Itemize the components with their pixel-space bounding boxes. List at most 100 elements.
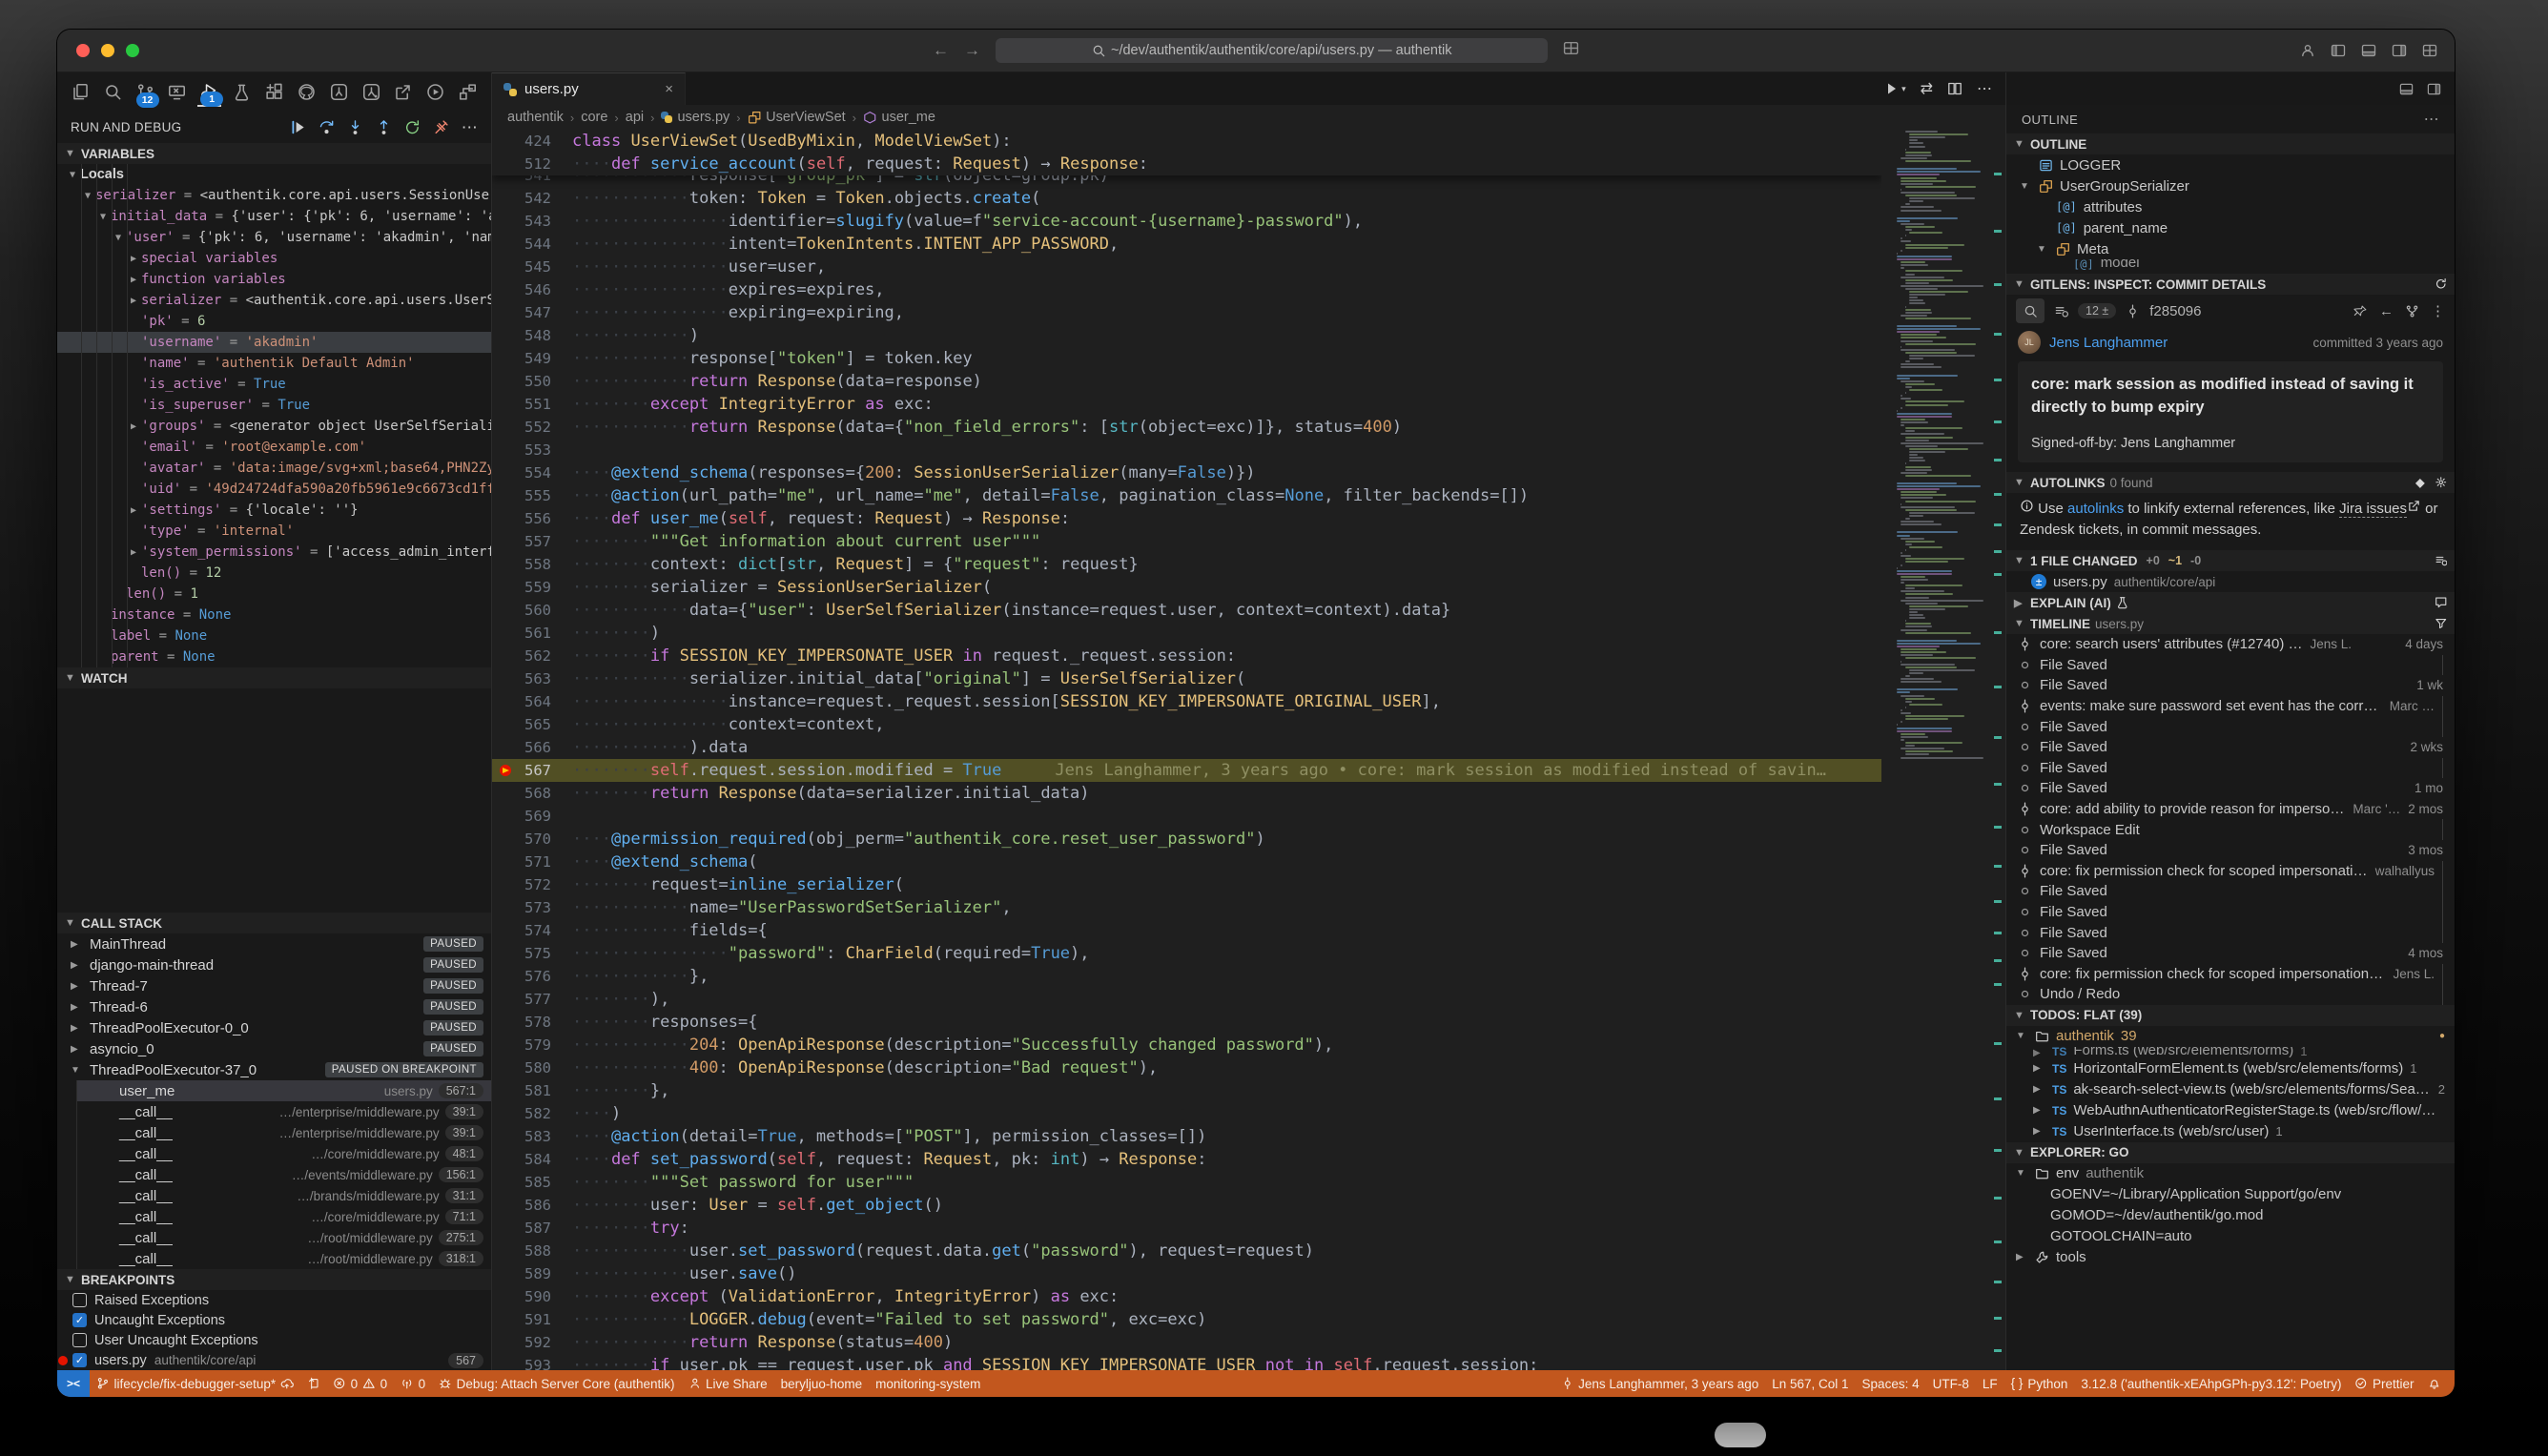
code-line[interactable]: 551········except IntegrityError as exc: [492, 393, 1881, 416]
call-stack-thread[interactable]: ▶ThreadPoolExecutor-0_0PAUSED [57, 1017, 491, 1038]
command-center-search[interactable]: ~/dev/authentik/authentik/core/api/users… [996, 38, 1548, 63]
code-line[interactable]: 566············).data [492, 736, 1881, 759]
autolink-add-icon[interactable]: ◆ [2415, 476, 2424, 489]
checkbox[interactable]: ✓ [72, 1313, 87, 1327]
code-line[interactable]: 543················identifier=slugify(va… [492, 210, 1881, 233]
outline-item[interactable]: ▼Meta [2006, 238, 2455, 259]
code-line[interactable]: 562········if SESSION_KEY_IMPERSONATE_US… [492, 645, 1881, 667]
timeline-item[interactable]: events: make sure password set event has… [2006, 696, 2455, 717]
code-line[interactable]: 424class UserViewSet(UsedByMixin, ModelV… [492, 130, 1881, 153]
call-stack-thread[interactable]: ▶MainThreadPAUSED [57, 933, 491, 954]
variable-row[interactable]: ▶'groups' = <generator object UserSelfSe… [57, 416, 491, 437]
code-line[interactable]: 565················context=context, [492, 713, 1881, 736]
remote-indicator[interactable]: >< [57, 1370, 90, 1397]
code-line[interactable]: 592············return Response(status=40… [492, 1331, 1881, 1354]
code-line[interactable]: 582····) [492, 1102, 1881, 1125]
variables-section-header[interactable]: ▼ VARIABLES [57, 143, 491, 164]
toggle-secondary-sidebar-icon[interactable] [2392, 43, 2407, 58]
activity-search-icon[interactable] [101, 77, 125, 106]
jira-issues-link[interactable]: Jira issues [2339, 501, 2407, 518]
changes-icon[interactable] [2054, 304, 2068, 318]
debug-more-icon[interactable]: ⋯ [462, 119, 478, 135]
todo-file-row[interactable]: ▶TSWebAuthnAuthenticatorRegisterStage.ts… [2006, 1100, 2455, 1121]
code-line[interactable]: 547················expiring=expiring, [492, 301, 1881, 324]
timeline-item[interactable]: File Saved [2006, 758, 2455, 779]
variable-row[interactable]: instance = None [57, 605, 491, 625]
code-line[interactable]: 564················instance=request._req… [492, 690, 1881, 713]
outline-item[interactable]: [@]attributes [2006, 196, 2455, 217]
code-line[interactable]: 552············return Response(data={"no… [492, 416, 1881, 439]
status-item[interactable]: Prettier [2348, 1377, 2420, 1391]
autolinks-link[interactable]: autolinks [2067, 501, 2124, 517]
maximize-window-button[interactable] [126, 44, 139, 57]
run-python-file-icon[interactable]: ▾ [1884, 81, 1906, 96]
todos-section-header[interactable]: ▼ TODOS: FLAT (39) [2006, 1005, 2455, 1026]
activity-pull-request-draft-icon[interactable] [360, 77, 383, 106]
more-actions-icon[interactable]: ⋯ [2424, 110, 2439, 129]
code-line[interactable]: 546················expires=expires, [492, 278, 1881, 301]
call-stack-thread[interactable]: ▶Thread-7PAUSED [57, 975, 491, 996]
breadcrumb-item[interactable]: authentik [507, 110, 564, 125]
code-line[interactable]: 548············) [492, 324, 1881, 347]
variable-row[interactable]: ▶serializer = <authentik.core.api.users.… [57, 290, 491, 311]
code-line[interactable]: 554····@extend_schema(responses={200: Se… [492, 461, 1881, 484]
code-line[interactable]: 567········self.request.session.modified… [492, 759, 1881, 782]
code-line[interactable]: 559········serializer = SessionUserSeria… [492, 576, 1881, 599]
code-line[interactable]: 512····def service_account(self, request… [492, 153, 1881, 175]
activity-pull-request-icon[interactable] [327, 77, 351, 106]
status-item[interactable]: Live Share [682, 1377, 774, 1391]
call-stack-thread[interactable]: ▶asyncio_0PAUSED [57, 1038, 491, 1059]
graph-icon[interactable] [2405, 304, 2419, 318]
breadcrumb-item[interactable]: user_me [863, 110, 935, 125]
debug-disconnect-icon[interactable] [433, 119, 449, 135]
breadcrumb-item[interactable]: api [626, 110, 644, 125]
new-window-layout-icon[interactable] [1563, 40, 1579, 61]
explain-ai-section-header[interactable]: ▶ EXPLAIN (AI) [2006, 592, 2455, 613]
breakpoints-section-header[interactable]: ▼ BREAKPOINTS [57, 1269, 491, 1290]
debug-continue-icon[interactable] [290, 119, 306, 135]
checkbox[interactable] [72, 1333, 87, 1347]
variable-row[interactable]: len() = 1 [57, 584, 491, 605]
code-line[interactable]: 579············204: OpenApiResponse(desc… [492, 1034, 1881, 1056]
code-line[interactable]: 571····@extend_schema( [492, 851, 1881, 873]
code-line[interactable]: 545················user=user, [492, 256, 1881, 278]
variable-row[interactable]: ▶'system_permissions' = ['access_admin_i… [57, 542, 491, 563]
breadcrumb-item[interactable]: UserViewSet [748, 110, 846, 125]
timeline-item[interactable]: File Saved [2006, 922, 2455, 943]
activity-live-share-icon[interactable] [391, 77, 415, 106]
close-icon[interactable]: × [665, 81, 673, 97]
todo-file-row[interactable]: ▶TSHorizontalFormElement.ts (web/src/ele… [2006, 1058, 2455, 1079]
outline-section-header[interactable]: ▼ OUTLINE [2006, 133, 2455, 154]
back-icon[interactable]: ← [2379, 303, 2394, 319]
status-item[interactable] [300, 1377, 327, 1390]
code-line[interactable]: 590········except (ValidationError, Inte… [492, 1285, 1881, 1308]
minimize-window-button[interactable] [101, 44, 114, 57]
timeline-section-header[interactable]: ▼ TIMELINE users.py [2006, 613, 2455, 634]
explorer-go-section-header[interactable]: ▼ EXPLORER: GO [2006, 1142, 2455, 1163]
variable-row[interactable]: 'is_superuser' = True [57, 395, 491, 416]
status-item[interactable]: Jens Langhammer, 3 years ago [1554, 1377, 1766, 1391]
status-item[interactable]: Debug: Attach Server Core (authentik) [432, 1377, 681, 1391]
variable-row[interactable]: ▶'settings' = {'locale': ''} [57, 500, 491, 521]
code-line[interactable]: 593········if user.pk == request.user.pk… [492, 1354, 1881, 1370]
tab-users-py[interactable]: users.py × [492, 72, 686, 105]
variable-row[interactable]: ▶function variables [57, 269, 491, 290]
breakpoint-row[interactable]: User Uncaught Exceptions [57, 1330, 491, 1350]
go-tools-row[interactable]: ▶tools [2006, 1247, 2455, 1268]
call-stack-thread[interactable]: ▼ThreadPoolExecutor-37_0PAUSED ON BREAKP… [57, 1059, 491, 1080]
status-item[interactable]: lifecycle/fix-debugger-setup* [90, 1377, 300, 1391]
go-env-var[interactable]: GOTOOLCHAIN=auto [2006, 1226, 2455, 1247]
call-stack-frame[interactable]: __call__…/core/middleware.py71:1 [76, 1206, 491, 1227]
timeline-item[interactable]: File Saved [2006, 716, 2455, 737]
variable-row[interactable]: 'pk' = 6 [57, 311, 491, 332]
debug-restart-icon[interactable] [404, 119, 421, 135]
call-stack-frame[interactable]: user_meusers.py567:1 [76, 1080, 491, 1101]
kebab-menu-icon[interactable]: ⋮ [2431, 302, 2445, 319]
activity-github-icon[interactable] [295, 77, 318, 106]
go-env-var[interactable]: GOMOD=~/dev/authentik/go.mod [2006, 1205, 2455, 1226]
breakpoint-row[interactable]: ✓Uncaught Exceptions [57, 1310, 491, 1330]
code-line[interactable]: 574············fields={ [492, 919, 1881, 942]
commit-author-link[interactable]: Jens Langhammer [2049, 335, 2168, 351]
status-item[interactable]: 0 [394, 1377, 432, 1391]
code-line[interactable]: 542············token: Token = Token.obje… [492, 187, 1881, 210]
